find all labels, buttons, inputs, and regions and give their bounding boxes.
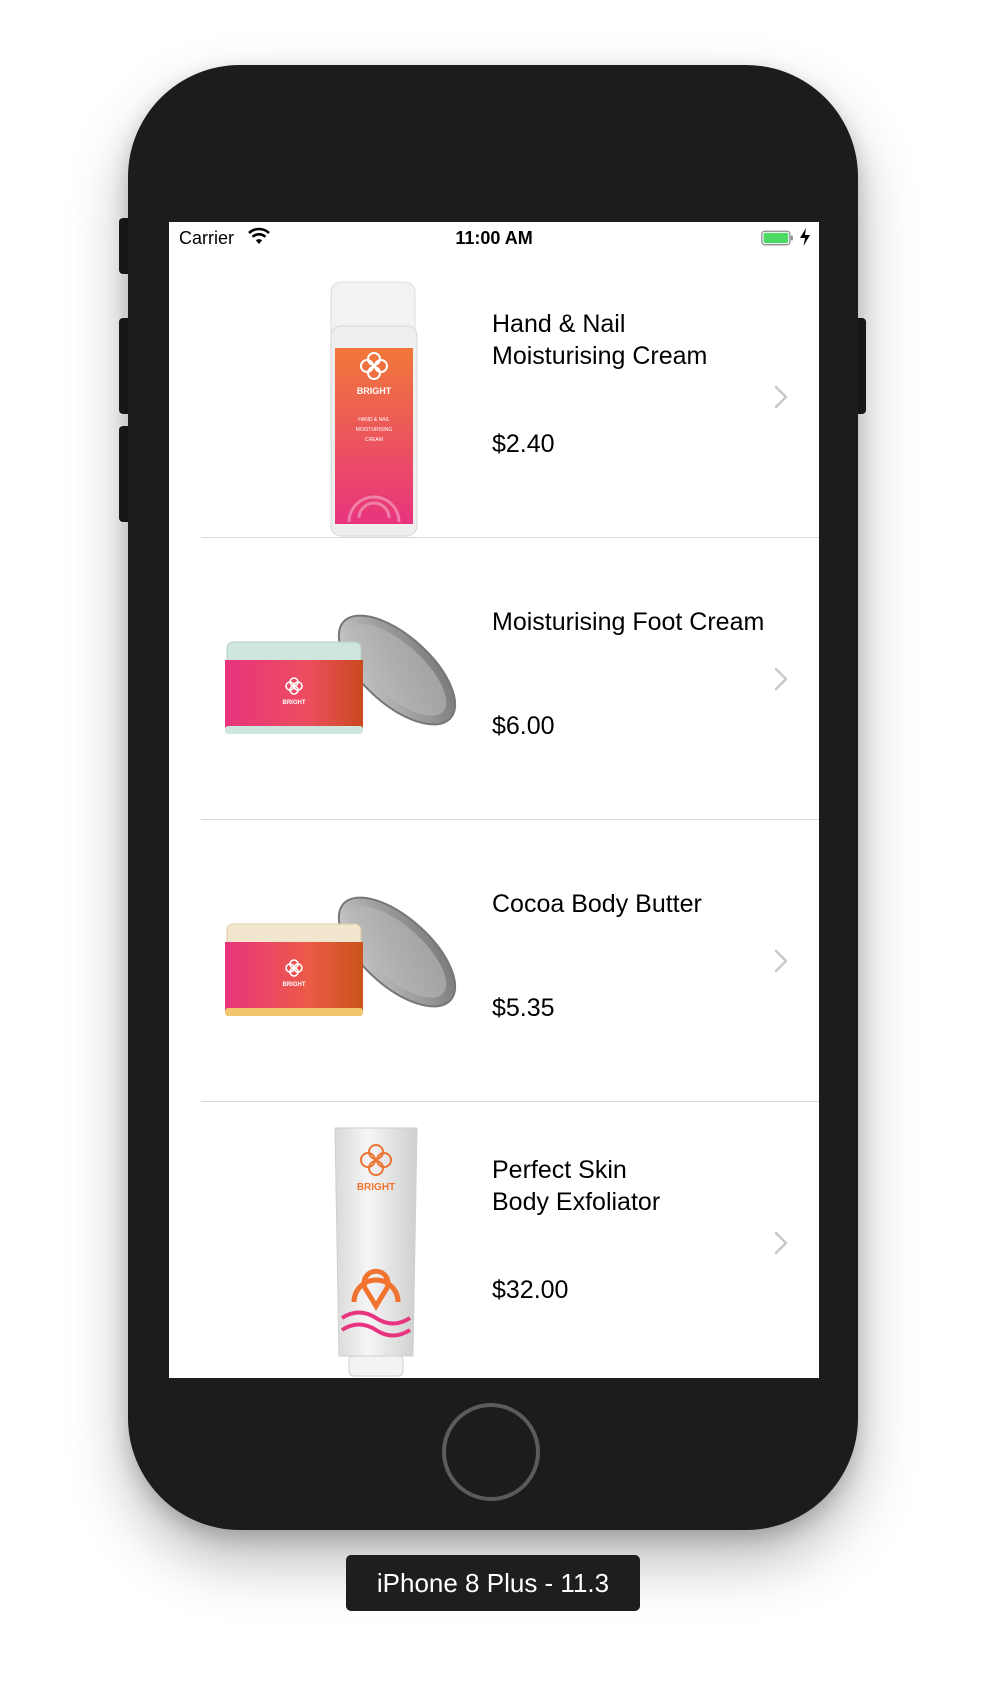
svg-text:MOISTURISING: MOISTURISING — [356, 427, 393, 433]
chevron-right-icon — [774, 385, 788, 409]
product-thumbnail: BRIGHT — [209, 1102, 459, 1378]
product-price: $6.00 — [492, 712, 555, 740]
svg-text:BRIGHT: BRIGHT — [283, 982, 306, 988]
product-list[interactable]: BRIGHT HAND & NAIL MOISTURISING CREAM Ha… — [169, 256, 819, 1378]
product-row[interactable]: BRIGHT Cocoa Body Butter $5.35 — [169, 820, 819, 1102]
product-name: Cocoa Body Butter — [492, 890, 702, 918]
chevron-right-icon — [774, 1231, 788, 1255]
simulator-device-label: iPhone 8 Plus - 11.3 — [346, 1555, 640, 1611]
svg-text:CREAM: CREAM — [365, 437, 383, 443]
battery-icon — [761, 230, 793, 246]
product-thumbnail: BRIGHT — [209, 820, 459, 1102]
product-row[interactable]: BRIGHT Moisturising Foot Cream $6.00 — [169, 538, 819, 820]
svg-text:BRIGHT: BRIGHT — [357, 1182, 395, 1193]
product-name: Perfect Skin Body Exfoliator — [492, 1156, 661, 1216]
product-price: $32.00 — [492, 1276, 569, 1304]
chevron-right-icon — [774, 667, 788, 691]
product-price: $2.40 — [492, 430, 555, 458]
charging-bolt-icon — [800, 228, 810, 246]
chevron-right-icon — [774, 949, 788, 973]
product-row[interactable]: BRIGHT HAND & NAIL MOISTURISING CREAM Ha… — [169, 256, 819, 538]
status-time: 11:00 AM — [455, 228, 533, 248]
status-bar: Carrier 11:00 AM — [169, 222, 819, 256]
svg-text:HAND & NAIL: HAND & NAIL — [358, 417, 390, 423]
product-price: $5.35 — [492, 994, 555, 1022]
device-screen: Carrier 11:00 AM BRIGHT HAND & NAIL MOIS… — [169, 222, 819, 1378]
product-thumbnail: BRIGHT — [209, 538, 459, 820]
home-button[interactable] — [442, 1403, 540, 1501]
svg-text:BRIGHT: BRIGHT — [357, 386, 392, 396]
product-row[interactable]: BRIGHT Perfect Skin Body Exfoliator $32.… — [169, 1102, 819, 1378]
svg-text:BRIGHT: BRIGHT — [283, 700, 306, 706]
product-name: Hand & Nail Moisturising Cream — [492, 310, 708, 370]
product-thumbnail: BRIGHT HAND & NAIL MOISTURISING CREAM — [209, 256, 459, 538]
product-name: Moisturising Foot Cream — [492, 608, 765, 636]
